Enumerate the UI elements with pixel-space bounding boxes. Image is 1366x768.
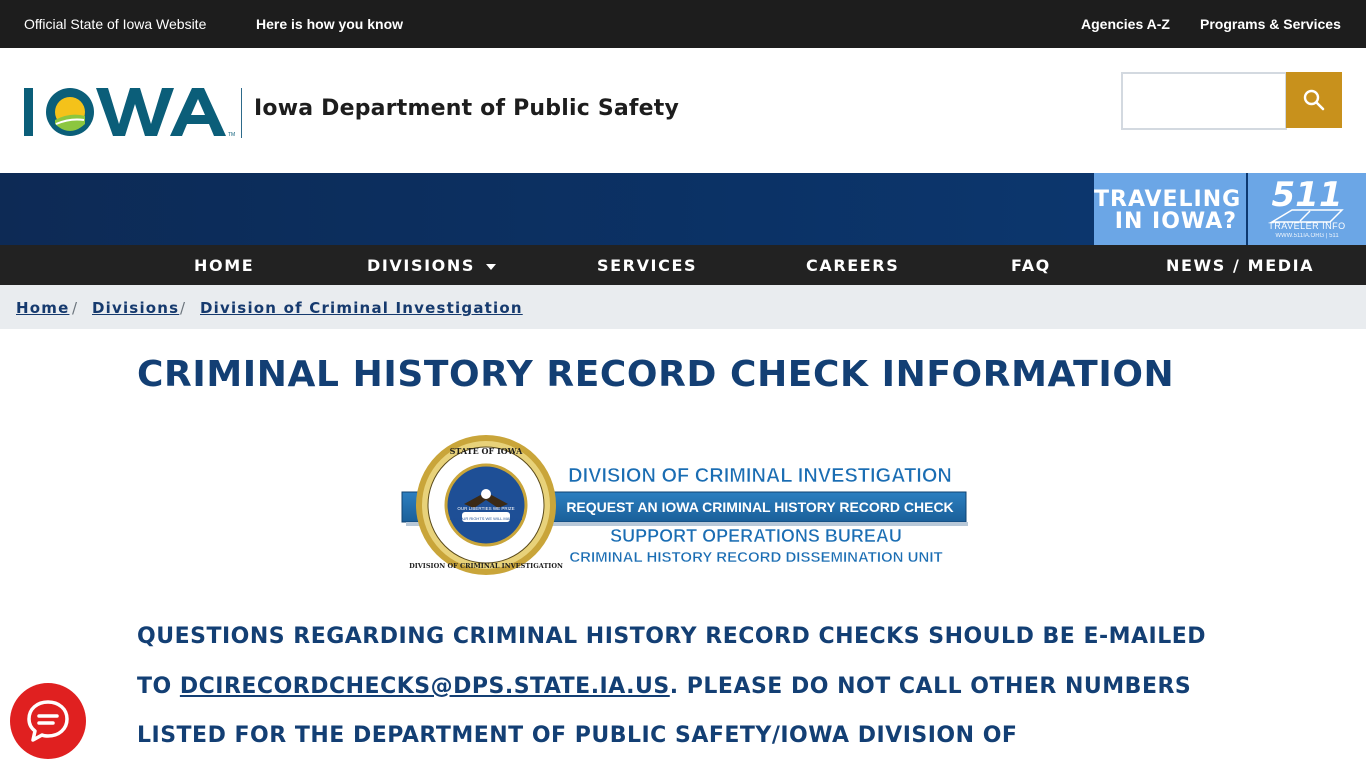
chat-bubble-icon — [27, 700, 69, 742]
nav-careers[interactable]: CAREERS — [806, 256, 899, 275]
caret-down-icon — [486, 263, 497, 270]
site-header: TM Iowa Department of Public Safety — [0, 48, 1366, 173]
dci-line-3: SUPPORT OPERATIONS BUREAU — [610, 526, 902, 546]
breadcrumb-home[interactable]: Home — [16, 299, 69, 317]
dci-line-2: REQUEST AN IOWA CRIMINAL HISTORY RECORD … — [566, 499, 953, 515]
svg-text:TM: TM — [228, 132, 235, 138]
traveler-info-url: WWW.511IA.ORG | 511 — [1275, 233, 1339, 239]
search-icon — [1303, 89, 1325, 111]
travel-line-2: IN IOWA? — [1114, 209, 1237, 234]
nav-services[interactable]: SERVICES — [597, 256, 697, 275]
dci-seal: STATE OF IOWA DIVISION OF CRIMINAL INVES… — [409, 435, 563, 575]
main-navigation: HOME DIVISIONS SERVICES CAREERS FAQ NEWS… — [0, 245, 1366, 285]
nav-home[interactable]: HOME — [194, 256, 254, 275]
breadcrumb-separator: / — [72, 299, 78, 317]
traveling-in-iowa-link[interactable]: TRAVELING IN IOWA? — [1094, 173, 1246, 245]
seal-top-text: STATE OF IOWA — [450, 446, 524, 456]
nav-divisions[interactable]: DIVISIONS — [367, 256, 497, 275]
breadcrumb: Home / Divisions / Division of Criminal … — [0, 285, 1366, 329]
hero-banner: TRAVELING IN IOWA? 511 TRAVELER INFO WWW… — [0, 173, 1366, 245]
chat-button[interactable] — [10, 683, 86, 759]
nav-divisions-label: DIVISIONS — [367, 256, 475, 275]
page-title: CRIMINAL HISTORY RECORD CHECK INFORMATIO… — [137, 354, 1175, 395]
dci-line-4: CRIMINAL HISTORY RECORD DISSEMINATION UN… — [569, 549, 942, 566]
programs-services-link[interactable]: Programs & Services — [1200, 16, 1341, 32]
iowa-logo[interactable]: TM — [22, 84, 238, 140]
search-button[interactable] — [1286, 72, 1342, 128]
official-site-bar: Official State of Iowa Website Here is h… — [0, 0, 1366, 48]
how-you-know-link[interactable]: Here is how you know — [256, 16, 403, 32]
nav-news-media[interactable]: NEWS / MEDIA — [1166, 256, 1314, 275]
record-check-instructions: QUESTIONS REGARDING CRIMINAL HISTORY REC… — [137, 612, 1227, 761]
traveler-info-511-link[interactable]: 511 TRAVELER INFO WWW.511IA.ORG | 511 — [1248, 173, 1366, 245]
department-name[interactable]: Iowa Department of Public Safety — [254, 96, 679, 121]
breadcrumb-divisions[interactable]: Divisions — [92, 299, 179, 317]
nav-faq[interactable]: FAQ — [1011, 256, 1051, 275]
dci-banner-image: STATE OF IOWA DIVISION OF CRIMINAL INVES… — [401, 435, 968, 575]
dci-line-1: DIVISION OF CRIMINAL INVESTIGATION — [568, 465, 952, 487]
search-input[interactable] — [1121, 72, 1287, 130]
official-site-text: Official State of Iowa Website — [24, 16, 207, 32]
agencies-link[interactable]: Agencies A-Z — [1081, 16, 1170, 32]
breadcrumb-dci[interactable]: Division of Criminal Investigation — [200, 299, 523, 317]
breadcrumb-separator: / — [180, 299, 186, 317]
seal-ribbon-1: OUR LIBERTIES WE PRIZE — [457, 506, 514, 511]
seal-bottom-text: DIVISION OF CRIMINAL INVESTIGATION — [409, 562, 563, 570]
travel-line-1: TRAVELING — [1094, 187, 1242, 212]
traveler-info-label: TRAVELER INFO — [1268, 221, 1346, 231]
seal-ribbon-2: AND OUR RIGHTS WE WILL MAINTAIN — [450, 516, 523, 521]
logo-divider — [241, 88, 242, 138]
dci-email-link[interactable]: DCIRECORDCHECKS@DPS.STATE.IA.US — [180, 674, 670, 699]
